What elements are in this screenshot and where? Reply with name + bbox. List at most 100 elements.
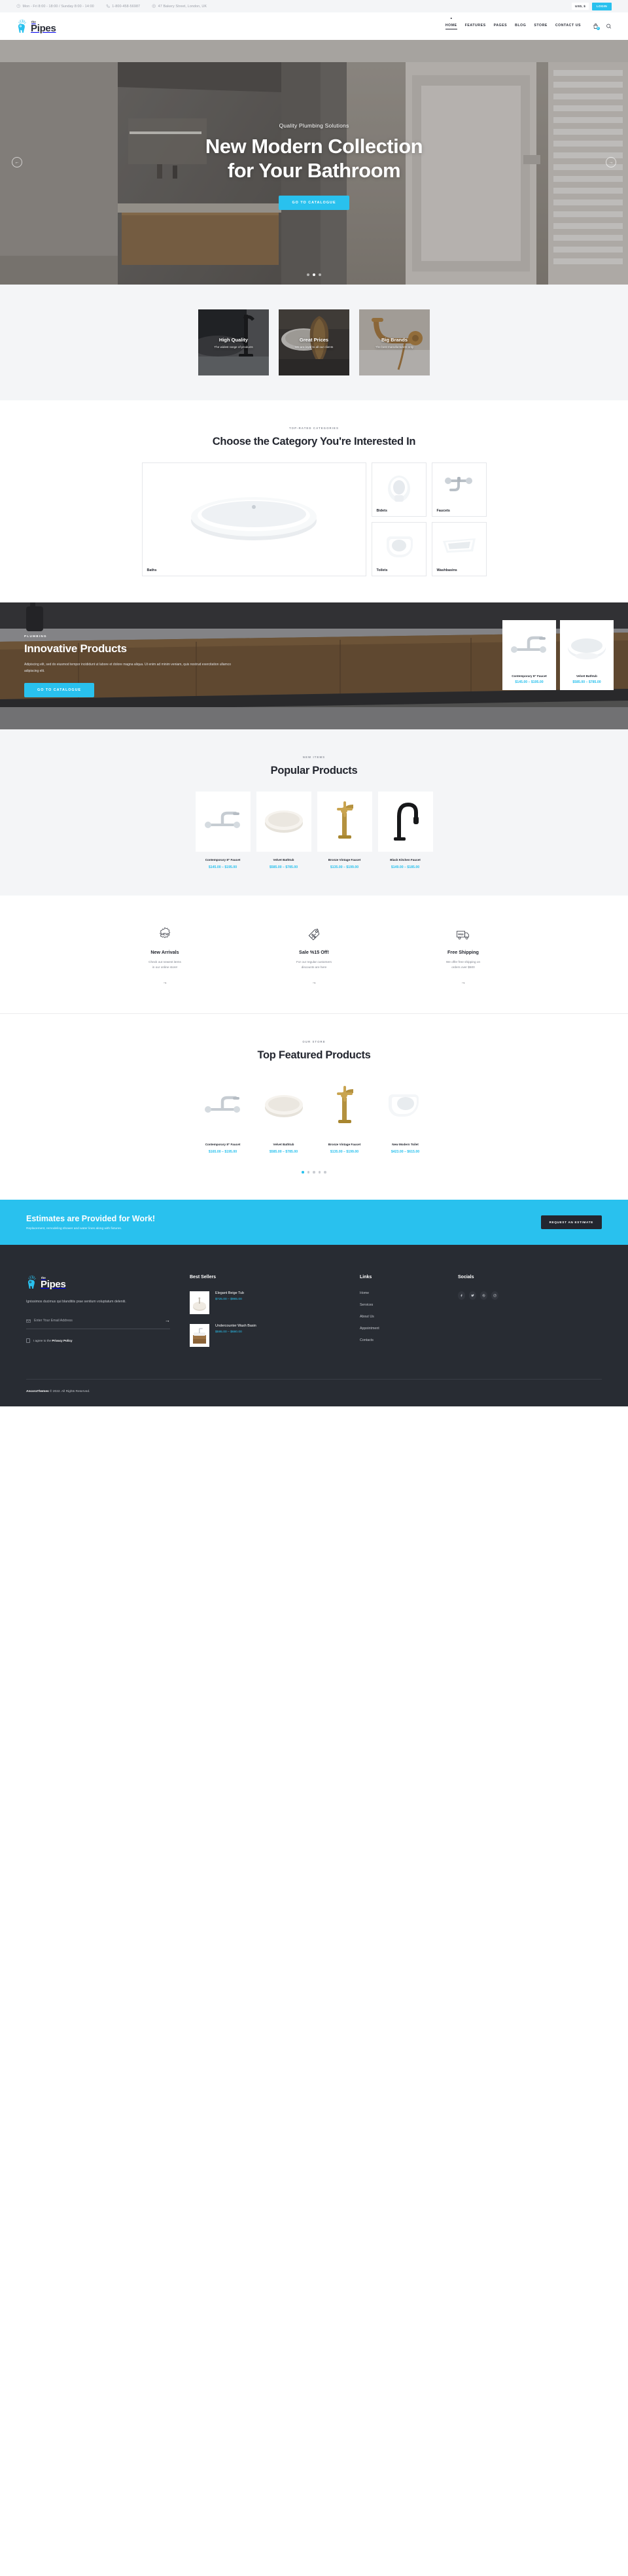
feature-card-high-quality[interactable]: High Quality The widest range of product… <box>198 309 269 375</box>
nav-item-store[interactable]: STORE <box>534 24 548 29</box>
privacy-policy-link[interactable]: Privacy Policy <box>52 1339 72 1342</box>
pipes-logo-icon <box>26 1275 39 1289</box>
hero-dot-3[interactable] <box>319 273 321 276</box>
newsletter-submit-button[interactable]: → <box>165 1318 170 1323</box>
product-price: $145.00 – $195.00 <box>515 680 544 684</box>
nav-item-blog[interactable]: BLOG <box>515 24 526 29</box>
best-seller-item[interactable]: Undercounter Wash Basin $595.00 – $680.0… <box>190 1324 360 1348</box>
featured-title: Top Featured Products <box>257 1049 371 1062</box>
featured-dot-5[interactable] <box>324 1171 326 1174</box>
product-price: $165.00 – $195.00 <box>208 1150 237 1155</box>
featured-dot-1[interactable] <box>302 1171 304 1174</box>
search-icon[interactable] <box>606 23 612 29</box>
product-card[interactable]: Velvet Bathtub $585.00 – $785.00 <box>256 1076 311 1154</box>
featured-dot-2[interactable] <box>307 1171 310 1174</box>
free-shipping-truck-icon: FREE <box>424 926 502 943</box>
copyright-brand: AncoraThemes <box>26 1390 49 1394</box>
privacy-consent-checkbox[interactable] <box>26 1338 30 1344</box>
product-name: New Modern Toilet <box>392 1143 419 1147</box>
product-card[interactable]: Contemporary 8” Faucet $145.00 – $195.00 <box>195 792 251 869</box>
product-card[interactable]: Bronze Vintage Faucet $135.00 – $199.00 <box>317 1076 372 1154</box>
nav-item-contact-us[interactable]: CONTACT US <box>555 24 581 29</box>
instagram-icon[interactable] <box>491 1291 498 1300</box>
facebook-icon[interactable] <box>458 1291 465 1300</box>
sale-tag-icon <box>275 926 353 943</box>
service-arrow-link[interactable]: → <box>163 981 167 985</box>
service-arrow-link[interactable]: → <box>461 981 466 985</box>
currency-selector[interactable]: USD, $ <box>571 3 589 10</box>
nav-item-pages[interactable]: PAGES <box>494 24 508 29</box>
topbar: Mon - Fri 8:00 - 18:00 / Sunday 8:00 - 1… <box>0 0 628 12</box>
category-card-toilets[interactable]: Toilets <box>371 522 427 576</box>
feature-card-big-brands[interactable]: Big Brands The best manufacturers only <box>359 309 430 375</box>
topbar-phone[interactable]: 1-800-458-56987 <box>106 4 140 9</box>
product-name: Contemporary 8” Faucet <box>205 858 241 862</box>
category-card-baths[interactable]: Baths <box>141 462 366 576</box>
product-card[interactable]: New Modern Toilet $423.00 – $615.00 <box>378 1076 433 1154</box>
privacy-consent-label: I agree to the Privacy Policy <box>33 1339 73 1342</box>
login-button[interactable]: LOGIN <box>591 2 612 10</box>
nav-item-home[interactable]: HOME <box>445 24 457 29</box>
category-card-faucets[interactable]: Faucets <box>431 462 487 517</box>
cart-button[interactable]: 0 <box>593 23 600 30</box>
footer-link-appointment[interactable]: Appointment <box>360 1327 458 1331</box>
hero-title-line2: for Your Bathroom <box>227 158 401 182</box>
cart-count-badge: 0 <box>596 26 600 30</box>
product-name: Velvet Bathtub <box>273 858 294 862</box>
newsletter-form: → <box>26 1318 170 1330</box>
product-card[interactable]: Bronze Vintage Faucet $135.00 – $199.00 <box>317 792 372 869</box>
hero-next-arrow[interactable]: → <box>606 157 616 167</box>
featured-pagination <box>0 1171 628 1174</box>
service-title: Sale %15 Off! <box>299 949 329 955</box>
service-sale: Sale %15 Off! For our regular customers … <box>275 926 353 987</box>
product-image <box>378 1076 433 1136</box>
feature-card-desc: The widest range of products <box>214 345 253 349</box>
footer-link-about-us[interactable]: About Us <box>360 1315 458 1319</box>
best-seller-price: $595.00 – $680.00 <box>215 1331 242 1334</box>
hero-catalogue-button[interactable]: GO TO CATALOGUE <box>279 195 349 210</box>
product-image <box>256 792 311 852</box>
product-card[interactable]: Velvet Bathtub $585.00 – $785.00 <box>256 792 311 869</box>
promo-catalogue-button[interactable]: GO TO CATALOGUE <box>24 682 95 697</box>
promo-product-card-bathtub[interactable]: Velvet Bathtub $585.00 – $785.00 <box>560 620 614 690</box>
product-image <box>317 792 372 852</box>
feature-card-great-prices[interactable]: Great Prices We are loyal to all our cli… <box>279 309 349 375</box>
request-estimate-button[interactable]: REQUEST AN ESTIMATE <box>540 1215 602 1230</box>
hero-dot-2[interactable] <box>313 273 315 276</box>
newsletter-email-input[interactable] <box>34 1319 162 1323</box>
product-price: $135.00 – $199.00 <box>330 865 359 869</box>
footer-link-contacts[interactable]: Contacts <box>360 1338 458 1342</box>
hero-pagination <box>307 273 321 276</box>
new-badge-icon: NEW <box>126 926 204 943</box>
best-seller-item[interactable]: Elegant Beige Tub $725.00 – $965.00 <box>190 1291 360 1315</box>
featured-dot-4[interactable] <box>318 1171 321 1174</box>
site-logo[interactable]: the Pipes <box>16 19 56 33</box>
logo-name-text: Pipes <box>31 22 56 34</box>
nav-item-features[interactable]: FEATURES <box>465 24 486 29</box>
categories-section: TOP-RATED CATEGORIES Choose the Category… <box>0 400 628 602</box>
hero-dot-1[interactable] <box>307 273 309 276</box>
services-section: NEW New Arrivals Check out newest items … <box>0 896 628 1015</box>
product-name: Contemporary 8” Faucet <box>512 674 547 678</box>
promo-product-card-faucet[interactable]: Contemporary 8” Faucet $145.00 – $195.00 <box>502 620 556 690</box>
featured-dot-3[interactable] <box>313 1171 315 1174</box>
footer-link-home[interactable]: Home <box>360 1291 458 1295</box>
product-card[interactable]: Black Kitchen Faucet $149.00 – $185.00 <box>377 792 433 869</box>
category-card-washbasins[interactable]: Washbasins <box>431 522 487 576</box>
hero-prev-arrow[interactable]: ← <box>12 157 22 167</box>
footer-logo[interactable]: the Pipes <box>26 1275 170 1289</box>
category-card-bidets[interactable]: Bidets <box>371 462 427 517</box>
twitter-icon[interactable] <box>469 1291 476 1300</box>
footer-link-services[interactable]: Services <box>360 1303 458 1307</box>
hero-slider: ← → Quality Plumbing Solutions New Moder… <box>0 40 628 285</box>
product-image <box>256 1076 311 1136</box>
feature-cards-section: High Quality The widest range of product… <box>0 285 628 400</box>
service-arrow-link[interactable]: → <box>312 981 317 985</box>
product-card[interactable]: Contemporary 8” Faucet $165.00 – $195.00 <box>196 1076 251 1154</box>
dribbble-icon[interactable] <box>480 1291 487 1300</box>
footer-links-title: Links <box>360 1275 372 1280</box>
service-free-shipping: FREE Free Shipping We offer free shippin… <box>424 926 502 987</box>
toilet-image <box>372 523 426 576</box>
service-desc-line2: in our online store! <box>152 966 178 969</box>
best-seller-name: Undercounter Wash Basin <box>215 1324 256 1329</box>
